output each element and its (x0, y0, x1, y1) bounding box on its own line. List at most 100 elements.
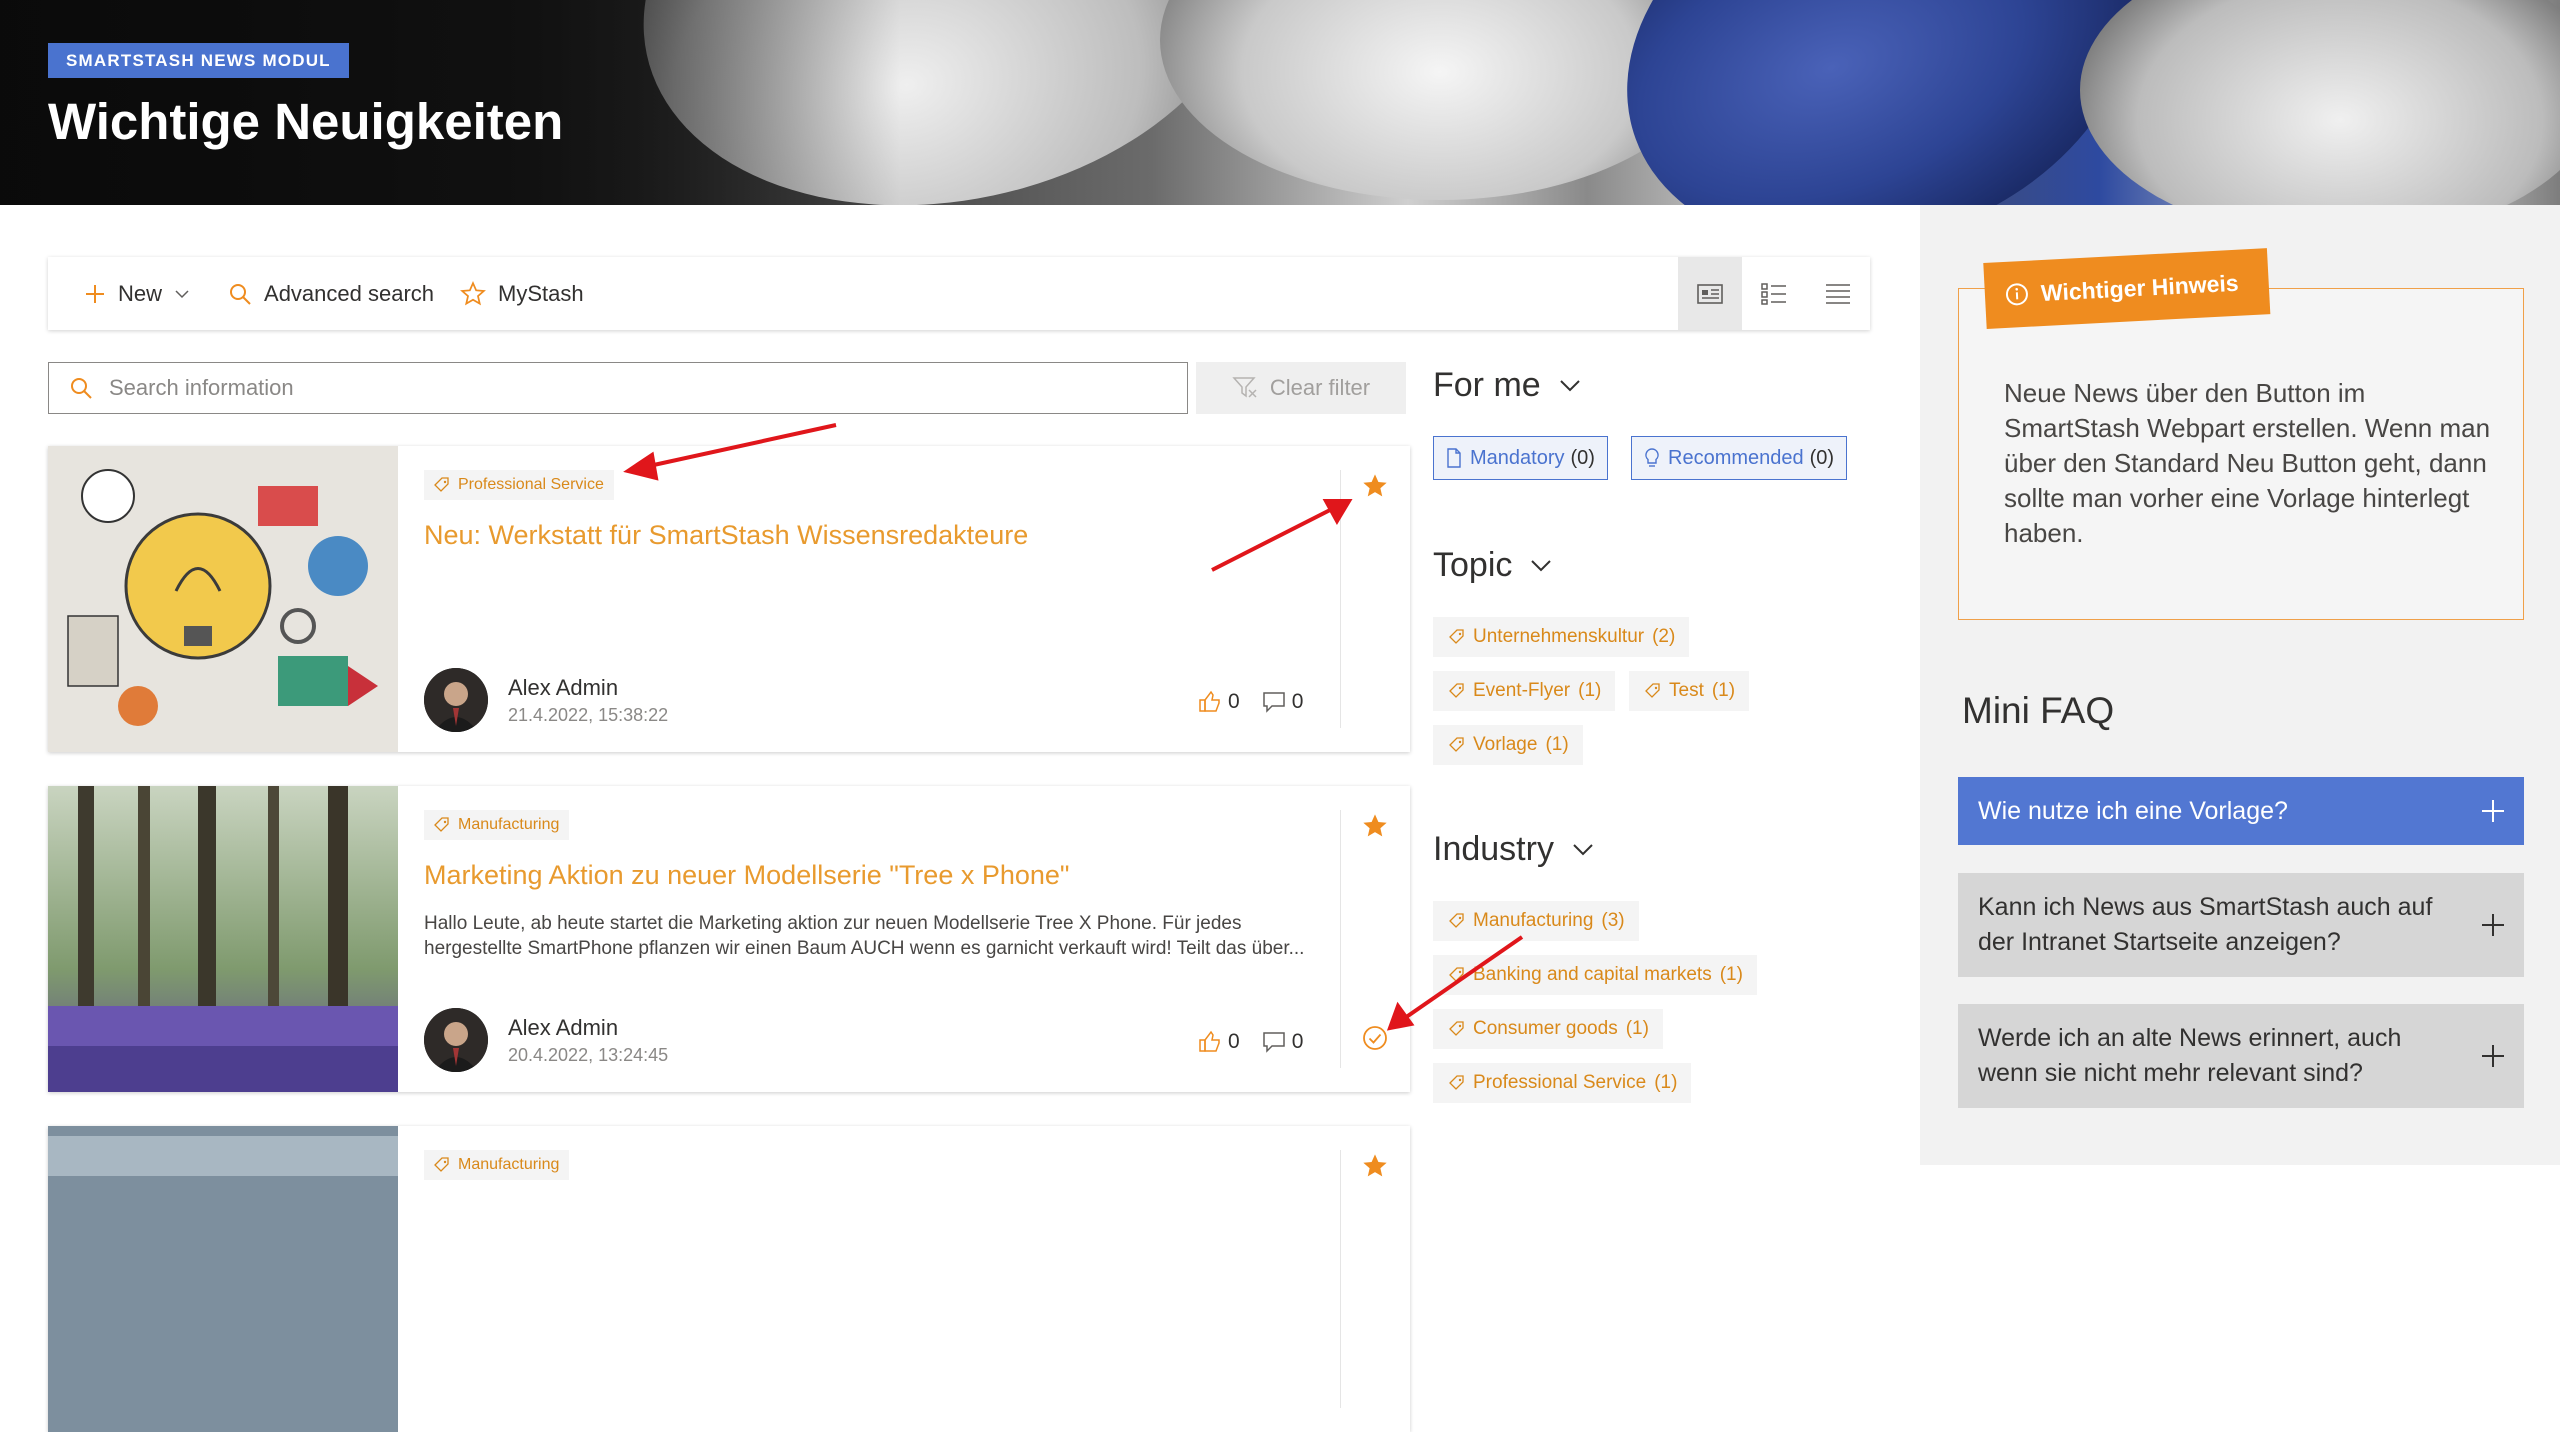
thumbs-up-icon (1199, 690, 1220, 712)
tag-icon (1645, 683, 1660, 698)
news-title-link[interactable]: Neu: Werkstatt für SmartStash Wissensred… (424, 520, 1354, 551)
filter-chip-topic[interactable]: Test (1) (1629, 671, 1750, 711)
news-card-body: Professional Service Neu: Werkstatt für … (424, 470, 1354, 571)
tag-icon (1449, 1075, 1464, 1090)
filter-count: (1) (1719, 964, 1743, 985)
lightbulb-icon (1645, 448, 1659, 467)
news-tag-label: Manufacturing (458, 1156, 560, 1173)
like-button[interactable]: 0 (1198, 690, 1240, 714)
like-count: 0 (1228, 1030, 1240, 1053)
card-divider (1340, 470, 1341, 728)
filter-topic-toggle[interactable]: Topic (1433, 546, 1552, 585)
clear-filter-label: Clear filter (1269, 375, 1371, 400)
news-title-link[interactable]: Marketing Aktion zu neuer Modellserie "T… (424, 860, 1354, 891)
plus-icon (2482, 1045, 2504, 1067)
filter-industry-toggle[interactable]: Industry (1433, 830, 1594, 869)
filter-chip-topic[interactable]: Vorlage (1) (1433, 725, 1583, 765)
filter-chip-topic[interactable]: Event-Flyer (1) (1433, 671, 1616, 711)
filter-mandatory[interactable]: Mandatory (0) (1433, 436, 1608, 480)
filter-count: (3) (1601, 910, 1625, 931)
news-tag-label: Manufacturing (458, 816, 560, 833)
chevron-down-icon (1531, 559, 1552, 571)
star-filled-icon[interactable] (1361, 812, 1389, 840)
search-icon (230, 283, 251, 305)
tag-icon (434, 477, 449, 492)
faq-question: Wie nutze ich eine Vorlage? (1978, 796, 2288, 825)
search-input[interactable] (109, 375, 1169, 401)
filter-chip-industry[interactable]: Banking and capital markets (1) (1433, 955, 1757, 995)
tag-icon (434, 1157, 449, 1172)
compact-view-button[interactable] (1806, 257, 1870, 330)
news-stats: 0 0 (1198, 1030, 1325, 1054)
filter-count: (2) (1652, 626, 1676, 647)
avatar (424, 1008, 488, 1072)
filter-chip-industry[interactable]: Professional Service (1) (1433, 1063, 1692, 1103)
faq-item[interactable]: Wie nutze ich eine Vorlage? (1958, 777, 2524, 845)
list-view-button[interactable] (1742, 257, 1806, 330)
document-icon (1447, 448, 1461, 468)
module-badge: SMARTSTASH NEWS MODUL (48, 43, 349, 78)
news-tag[interactable]: Manufacturing (424, 1150, 570, 1180)
news-card[interactable]: Manufacturing (48, 1126, 1410, 1432)
read-check-icon[interactable] (1361, 1024, 1389, 1052)
news-tag[interactable]: Manufacturing (424, 810, 570, 840)
filter-label: Unternehmenskultur (1473, 626, 1645, 647)
tag-icon (1449, 967, 1464, 982)
page-title: Wichtige Neuigkeiten (48, 93, 564, 150)
like-button[interactable]: 0 (1198, 1030, 1240, 1054)
filter-clear-icon (1232, 377, 1257, 398)
filter-label: Banking and capital markets (1473, 964, 1712, 985)
comment-button[interactable]: 0 (1262, 1030, 1304, 1054)
filter-count: (1) (1625, 1018, 1649, 1039)
advanced-search-button[interactable]: Advanced search (228, 281, 434, 307)
filter-chip-industry[interactable]: Manufacturing (3) (1433, 901, 1639, 941)
star-filled-icon[interactable] (1361, 472, 1389, 500)
filter-for-me-toggle[interactable]: For me (1433, 366, 1581, 405)
plus-icon (86, 284, 104, 303)
chevron-down-icon (1559, 379, 1580, 391)
chevron-down-icon (1573, 843, 1593, 855)
news-card[interactable]: Manufacturing Marketing Aktion zu neuer … (48, 786, 1410, 1092)
card-divider (1340, 810, 1341, 1068)
filter-label: Professional Service (1473, 1072, 1647, 1093)
news-thumbnail-image[interactable] (48, 786, 398, 1092)
filter-section-title: Topic (1433, 546, 1513, 584)
search-box[interactable] (48, 362, 1188, 414)
filter-chip-topic[interactable]: Unternehmenskultur (2) (1433, 617, 1690, 657)
news-tag[interactable]: Professional Service (424, 470, 614, 500)
mystash-button[interactable]: MyStash (460, 281, 584, 307)
news-card[interactable]: Professional Service Neu: Werkstatt für … (48, 446, 1410, 752)
filter-label: Event-Flyer (1473, 680, 1571, 701)
filter-chip-industry[interactable]: Consumer goods (1) (1433, 1009, 1663, 1049)
news-thumbnail-image[interactable] (48, 446, 398, 752)
news-thumbnail-image[interactable] (48, 1126, 398, 1432)
clear-filter-button[interactable]: Clear filter (1196, 362, 1406, 414)
header-banner: SMARTSTASH NEWS MODUL Wichtige Neuigkeit… (0, 0, 2560, 205)
filter-count: (1) (1578, 680, 1602, 701)
filter-label: Manufacturing (1473, 910, 1594, 931)
star-filled-icon[interactable] (1361, 1152, 1389, 1180)
new-button[interactable]: New (84, 281, 202, 307)
avatar (424, 668, 488, 732)
comment-button[interactable]: 0 (1262, 690, 1303, 714)
faq-question: Werde ich an alte News erinnert, auch we… (1978, 1024, 2402, 1087)
tag-icon (1449, 683, 1464, 698)
faq-question: Kann ich News aus SmartStash auch auf de… (1978, 893, 2433, 956)
compact-view-icon (1826, 283, 1850, 304)
faq-item[interactable]: Kann ich News aus SmartStash auch auf de… (1958, 873, 2524, 977)
info-icon (2005, 283, 2028, 306)
filter-recommended[interactable]: Recommended (0) (1631, 436, 1848, 480)
faq-item[interactable]: Werde ich an alte News erinnert, auch we… (1958, 1004, 2524, 1108)
plus-icon (2482, 914, 2504, 936)
news-card-body: Manufacturing (424, 1150, 1354, 1180)
filter-count: (1) (1545, 734, 1569, 755)
filter-count: (0) (1570, 446, 1595, 469)
search-icon (71, 378, 92, 399)
hint-label: Wichtiger Hinweis (2040, 269, 2240, 306)
card-view-button[interactable] (1678, 257, 1742, 330)
filter-label: Vorlage (1473, 734, 1538, 755)
comment-count: 0 (1291, 1030, 1304, 1053)
advanced-search-label: Advanced search (264, 280, 435, 306)
new-button-label: New (118, 280, 163, 306)
comment-icon (1262, 692, 1285, 713)
